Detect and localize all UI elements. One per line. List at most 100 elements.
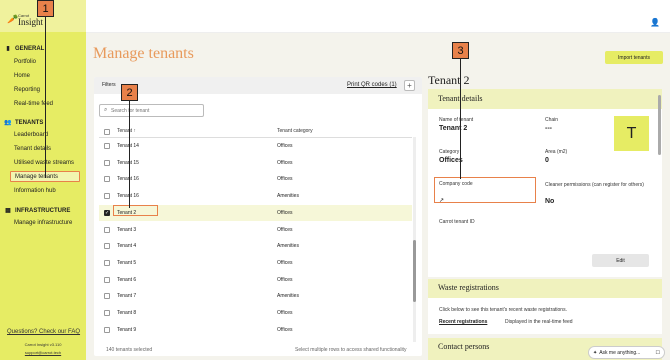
name-label: Name of tenant — [439, 117, 474, 123]
row-checkbox[interactable] — [104, 326, 110, 333]
carrot-logo-icon: 🥕 — [7, 14, 19, 24]
tenant-name-cell: Tenant 4 — [117, 243, 137, 250]
tenant-category-cell: Offices — [277, 310, 293, 316]
support-email-link[interactable]: support@carrot.tech — [0, 350, 86, 355]
row-checkbox[interactable] — [104, 259, 110, 266]
table-row[interactable]: Tenant 5 Offices — [99, 255, 412, 271]
sidebar-item-home[interactable]: Home — [14, 73, 30, 79]
sidebar-item-real-time-feed[interactable]: Real-time feed — [14, 101, 53, 107]
tenant-category-cell: Offices — [277, 159, 293, 166]
tenant-name-cell: Tenant 6 — [117, 276, 137, 283]
details-scrollbar[interactable] — [658, 95, 661, 155]
sidebar-item-manage-infrastructure[interactable]: Manage infrastructure — [14, 220, 72, 226]
table-scrollbar-thumb[interactable] — [413, 240, 416, 302]
recent-registrations-link[interactable]: Recent registrations — [439, 319, 487, 325]
tenant-category-cell: Offices — [277, 326, 293, 333]
row-checkbox[interactable] — [104, 293, 110, 300]
chain-label: Chain — [545, 117, 559, 123]
table-row[interactable]: Tenant 7 Amenities — [99, 288, 412, 304]
tenant-name-cell: Tenant 16 — [117, 176, 139, 183]
filters-toggle[interactable]: Filters — [102, 82, 116, 88]
version-text: Carrot Insight v3.110 — [24, 342, 62, 347]
column-header-category[interactable]: Tenant category — [277, 128, 313, 134]
brand-name: Insight — [18, 17, 44, 27]
tenant-details-header[interactable]: Tenant details — [428, 89, 662, 109]
waste-registrations-header[interactable]: Waste registrations — [428, 279, 662, 298]
selected-count: 140 tenants selected — [106, 347, 153, 353]
tenant-name-cell: Tenant 14 — [117, 143, 139, 149]
row-checkbox[interactable] — [104, 159, 110, 166]
waste-registrations-text: Click below to see this tenant's recent … — [439, 307, 567, 313]
tenant-category-cell: Offices — [277, 226, 293, 233]
tenant-name-cell: Tenant 16 — [117, 193, 139, 200]
print-qr-codes-link[interactable]: Print QR codes (1) — [347, 82, 397, 88]
table-row[interactable]: Tenant 15 Offices — [99, 155, 412, 171]
table-row[interactable]: Tenant 3 Offices — [99, 222, 412, 238]
detail-title: Tenant 2 — [428, 73, 470, 87]
section-infrastructure: ▦ INFRASTRUCTURE — [5, 207, 71, 215]
table-row[interactable]: Tenant 4 Amenities — [99, 238, 412, 254]
tenant-category-cell: Amenities — [277, 243, 299, 250]
tenant-category-cell: Offices — [277, 209, 293, 216]
row-checkbox[interactable] — [104, 226, 110, 233]
plus-icon: + — [407, 81, 412, 90]
category-label: Category — [439, 149, 460, 155]
annotation-pointer-2 — [129, 98, 130, 208]
user-icon[interactable]: 👤 — [650, 18, 660, 27]
row-checkbox[interactable] — [104, 193, 110, 200]
import-tenants-button[interactable]: Import tenants — [605, 51, 663, 64]
page-title: Manage tenants — [93, 45, 194, 62]
area-label: Area (m2) — [545, 149, 568, 155]
sparkle-icon: ✦ — [593, 349, 598, 356]
annotation-badge-3: 3 — [452, 42, 469, 59]
sidebar-item-reporting[interactable]: Reporting — [14, 87, 40, 93]
tenant-category-cell: Amenities — [277, 193, 299, 200]
table-row[interactable]: Tenant 16 Offices — [99, 171, 412, 187]
chat-icon: ☐ — [655, 349, 660, 356]
tenant-category-cell: Offices — [277, 143, 293, 149]
table-row[interactable]: Tenant 16 Amenities — [99, 188, 412, 204]
top-bar — [86, 0, 670, 33]
tenant-category-cell: Offices — [277, 176, 293, 183]
row-checkbox[interactable] — [104, 310, 110, 316]
row-checkbox[interactable] — [104, 243, 110, 250]
table-row[interactable]: Tenant 8 Offices — [99, 305, 412, 321]
section-tenants: 👥 TENANTS — [4, 119, 44, 127]
search-box[interactable]: ⌕ — [99, 104, 204, 117]
sort-arrow-icon: ↑ — [133, 128, 136, 134]
annotation-pointer-1 — [45, 14, 46, 178]
carrot-tenant-id-label: Carrot tenant ID — [439, 219, 475, 225]
select-all-checkbox[interactable] — [104, 129, 110, 135]
table-row[interactable]: Tenant 9 Offices — [99, 322, 412, 338]
tenant-category-cell: Offices — [277, 259, 293, 266]
search-icon: ⌕ — [104, 107, 108, 113]
tenant-name-cell: Tenant 9 — [117, 326, 137, 333]
row-checkbox[interactable] — [104, 276, 110, 283]
column-header-tenant[interactable]: Tenant ↑ — [117, 128, 136, 134]
sidebar-item-leaderboard[interactable]: Leaderboard — [14, 132, 48, 138]
building-icon: ▦ — [5, 208, 11, 214]
tenant-name-cell: Tenant 3 — [117, 226, 137, 233]
table-row[interactable]: Tenant 14 Offices — [99, 138, 412, 154]
annotation-pointer-3 — [460, 57, 461, 179]
row-checkbox[interactable]: ✓ — [104, 209, 110, 216]
name-value: Tenant 2 — [439, 125, 468, 132]
table-row[interactable]: Tenant 6 Offices — [99, 272, 412, 288]
tenant-name-cell: Tenant 7 — [117, 293, 137, 300]
sidebar-item-portfolio[interactable]: Portfolio — [14, 59, 36, 65]
selection-hint: Select multiple rows to access shared fu… — [295, 347, 407, 353]
ask-me-anything-button[interactable]: ✦ Ask me anything... ☐ — [588, 346, 665, 359]
faq-link[interactable]: Questions? Check our FAQ — [7, 329, 80, 335]
tenant-category-cell: Amenities — [277, 293, 299, 300]
tenant-name-cell: Tenant 5 — [117, 259, 137, 266]
add-tenant-button[interactable]: + — [404, 80, 415, 91]
search-input[interactable] — [111, 106, 201, 115]
edit-button[interactable]: Edit — [592, 254, 649, 267]
row-checkbox[interactable] — [104, 176, 110, 183]
row-checkbox[interactable] — [104, 143, 110, 149]
area-value: 0 — [545, 157, 549, 164]
selected-row-highlight — [113, 205, 158, 216]
recent-registrations-note: Displayed in the real-time feed — [505, 319, 573, 325]
tenant-avatar: T — [614, 116, 649, 151]
sidebar-item-information-hub[interactable]: Information hub — [14, 188, 56, 194]
